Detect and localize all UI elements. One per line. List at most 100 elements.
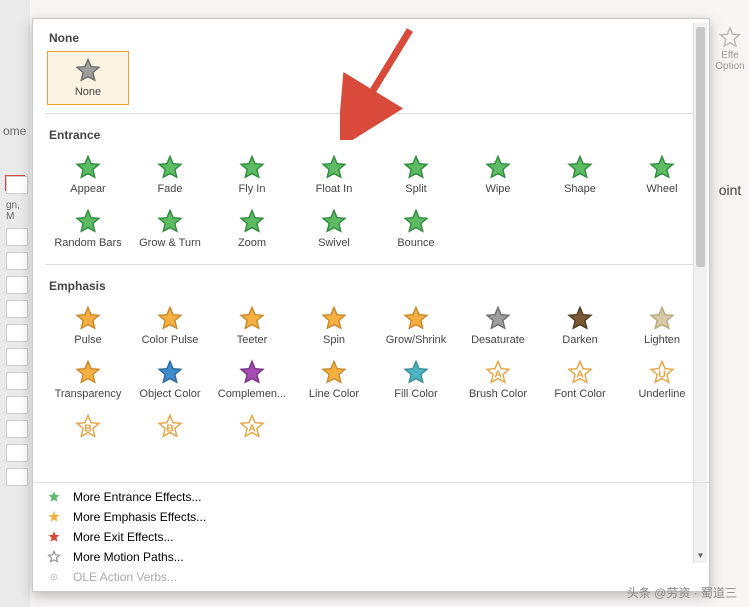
animation-appear[interactable]: Appear bbox=[47, 148, 129, 202]
label: OLE Action Verbs... bbox=[73, 570, 177, 584]
effect-options-label: EffeOption bbox=[711, 50, 749, 72]
star-green-icon bbox=[376, 207, 456, 237]
star-outline-b-icon: B bbox=[130, 412, 210, 442]
animation-darken[interactable]: Darken bbox=[539, 299, 621, 353]
svg-text:A: A bbox=[248, 423, 256, 435]
svg-text:B: B bbox=[84, 423, 92, 435]
animation-pulse[interactable]: Pulse bbox=[47, 299, 129, 353]
section-emphasis: Emphasis PulseColor PulseTeeterSpinGrow/… bbox=[33, 267, 709, 453]
animation-label: Fade bbox=[130, 183, 210, 195]
animation-label: Transparency bbox=[48, 388, 128, 400]
animation-grow-turn[interactable]: Grow & Turn bbox=[129, 202, 211, 256]
slide-thumbnail[interactable] bbox=[6, 252, 28, 270]
animation-teeter[interactable]: Teeter bbox=[211, 299, 293, 353]
animation-object-color[interactable]: Object Color bbox=[129, 353, 211, 407]
animation-none[interactable]: None bbox=[47, 51, 129, 105]
star-green-icon bbox=[130, 153, 210, 183]
animation-float-in[interactable]: Float In bbox=[293, 148, 375, 202]
star-green-icon bbox=[212, 207, 292, 237]
slide-thumbnail[interactable] bbox=[6, 468, 28, 486]
animation-underline[interactable]: UUnderline bbox=[621, 353, 703, 407]
animation-label: Float In bbox=[294, 183, 374, 195]
animation-fly-in[interactable]: Fly In bbox=[211, 148, 293, 202]
star-icon bbox=[718, 26, 742, 50]
animation-shape[interactable]: Shape bbox=[539, 148, 621, 202]
slide-thumbnail[interactable] bbox=[6, 396, 28, 414]
animation-label: None bbox=[48, 86, 128, 98]
star-outline-a-icon: A bbox=[540, 358, 620, 388]
divider bbox=[45, 113, 697, 114]
animation-wheel[interactable]: Wheel bbox=[621, 148, 703, 202]
animation-label: Grow/Shrink bbox=[376, 334, 456, 346]
animation-label: Color Pulse bbox=[130, 334, 210, 346]
animation-a3[interactable]: A bbox=[211, 407, 293, 449]
animation-line-color[interactable]: Line Color bbox=[293, 353, 375, 407]
more-entrance-effects[interactable]: More Entrance Effects... bbox=[33, 487, 709, 507]
star-yellow-icon bbox=[212, 304, 292, 334]
star-yellow-icon bbox=[376, 304, 456, 334]
animation-b2[interactable]: B bbox=[129, 407, 211, 449]
animation-wipe[interactable]: Wipe bbox=[457, 148, 539, 202]
animation-label: Pulse bbox=[48, 334, 128, 346]
animation-desaturate[interactable]: Desaturate bbox=[457, 299, 539, 353]
more-motion-paths[interactable]: More Motion Paths... bbox=[33, 547, 709, 567]
slide-thumbnail[interactable] bbox=[6, 444, 28, 462]
ole-action-verbs: OLE Action Verbs... bbox=[33, 567, 709, 587]
animation-color-pulse[interactable]: Color Pulse bbox=[129, 299, 211, 353]
star-icon bbox=[47, 530, 65, 544]
star-green-icon bbox=[48, 207, 128, 237]
animation-spin[interactable]: Spin bbox=[293, 299, 375, 353]
label: More Entrance Effects... bbox=[73, 490, 202, 504]
more-emphasis-effects[interactable]: More Emphasis Effects... bbox=[33, 507, 709, 527]
animation-brush-color[interactable]: ABrush Color bbox=[457, 353, 539, 407]
animation-fade[interactable]: Fade bbox=[129, 148, 211, 202]
animation-split[interactable]: Split bbox=[375, 148, 457, 202]
animation-label: Grow & Turn bbox=[130, 237, 210, 249]
slide-thumbnail[interactable] bbox=[6, 228, 28, 246]
animation-label: Split bbox=[376, 183, 456, 195]
star-yellow-icon bbox=[294, 358, 374, 388]
animation-label: Line Color bbox=[294, 388, 374, 400]
star-green-icon bbox=[130, 207, 210, 237]
animation-transparency[interactable]: Transparency bbox=[47, 353, 129, 407]
section-title-none: None bbox=[47, 25, 709, 51]
home-tab-crop: ome bbox=[0, 120, 29, 142]
animation-b1[interactable]: B bbox=[47, 407, 129, 449]
animation-grow-shrink[interactable]: Grow/Shrink bbox=[375, 299, 457, 353]
svg-text:U: U bbox=[658, 369, 666, 381]
section-title-entrance: Entrance bbox=[47, 122, 709, 148]
slide-thumbnail[interactable] bbox=[6, 348, 28, 366]
animation-zoom[interactable]: Zoom bbox=[211, 202, 293, 256]
star-green-icon bbox=[294, 207, 374, 237]
label: More Motion Paths... bbox=[73, 550, 184, 564]
svg-text:A: A bbox=[576, 369, 584, 381]
slide-thumbnail[interactable] bbox=[6, 372, 28, 390]
slide-thumbnail[interactable] bbox=[6, 276, 28, 294]
star-outline-a-icon: A bbox=[458, 358, 538, 388]
animation-swivel[interactable]: Swivel bbox=[293, 202, 375, 256]
more-exit-effects[interactable]: More Exit Effects... bbox=[33, 527, 709, 547]
animation-fill-color[interactable]: Fill Color bbox=[375, 353, 457, 407]
animation-label: Wipe bbox=[458, 183, 538, 195]
slide-thumbnail[interactable] bbox=[6, 420, 28, 438]
star-green-icon bbox=[376, 153, 456, 183]
star-green-icon bbox=[212, 153, 292, 183]
scrollbar-thumb[interactable] bbox=[696, 27, 705, 267]
animation-lighten[interactable]: Lighten bbox=[621, 299, 703, 353]
star-blue-icon bbox=[130, 358, 210, 388]
slide-thumbnail[interactable] bbox=[6, 300, 28, 318]
star-icon bbox=[47, 550, 65, 564]
animation-bounce[interactable]: Bounce bbox=[375, 202, 457, 256]
pane-hint: oint bbox=[711, 182, 749, 198]
animation-font-color[interactable]: AFont Color bbox=[539, 353, 621, 407]
slide-thumbnail[interactable] bbox=[6, 176, 28, 194]
animation-label: Object Color bbox=[130, 388, 210, 400]
animation-label: Spin bbox=[294, 334, 374, 346]
animation-complemen-[interactable]: Complemen... bbox=[211, 353, 293, 407]
slide-thumbnail[interactable] bbox=[6, 324, 28, 342]
animation-label: Complemen... bbox=[212, 388, 292, 400]
label: More Emphasis Effects... bbox=[73, 510, 206, 524]
animation-random-bars[interactable]: Random Bars bbox=[47, 202, 129, 256]
star-green-icon bbox=[294, 153, 374, 183]
animation-label: Desaturate bbox=[458, 334, 538, 346]
